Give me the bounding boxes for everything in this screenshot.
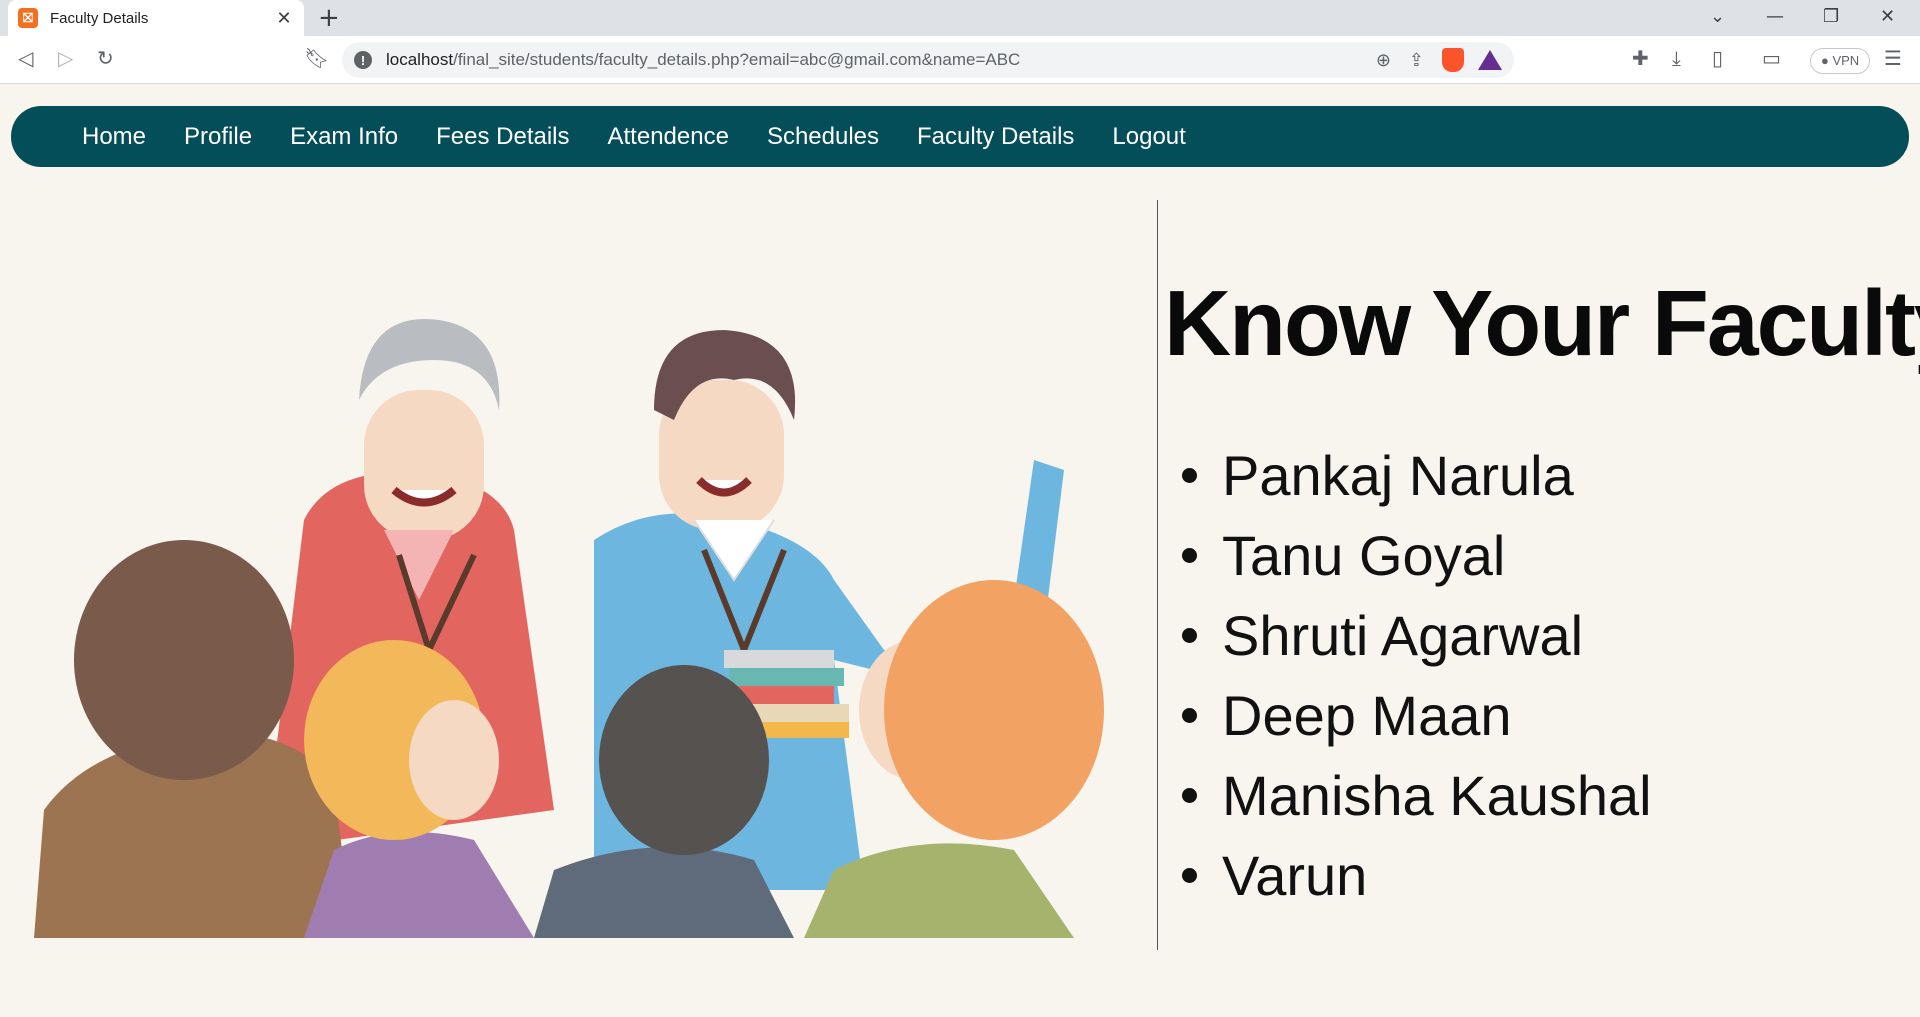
faculty-list-item: Manisha Kaushal	[1182, 760, 1652, 840]
close-window-icon[interactable]: ✕	[1880, 6, 1895, 27]
site-info-icon[interactable]: !	[354, 51, 372, 69]
main-navbar: Home Profile Exam Info Fees Details Atte…	[11, 106, 1909, 167]
faculty-name: Pankaj Narula	[1222, 444, 1574, 507]
bullet-icon	[1182, 708, 1197, 723]
faculty-name: Manisha Kaushal	[1222, 764, 1652, 827]
bullet-icon	[1182, 628, 1197, 643]
faculty-list-item: Pankaj Narula	[1182, 440, 1652, 520]
menu-icon[interactable]: ☰	[1884, 46, 1902, 70]
nav-home[interactable]: Home	[82, 123, 146, 151]
faculty-name: Shruti Agarwal	[1222, 604, 1584, 667]
back-icon[interactable]: ◁	[18, 46, 33, 70]
brave-shields-icon[interactable]	[1442, 48, 1464, 72]
faculty-name: Tanu Goyal	[1222, 524, 1506, 587]
faculty-list-item: Shruti Agarwal	[1182, 600, 1652, 680]
browser-tab[interactable]: ⛝ Faculty Details ✕	[8, 0, 304, 36]
url-host: localhost	[386, 50, 454, 69]
student-brown-hair	[74, 540, 294, 780]
bullet-icon	[1182, 868, 1197, 883]
student-dark-hair	[599, 665, 769, 855]
wallet-icon[interactable]: ▭	[1762, 46, 1781, 70]
faculty-list: Pankaj Narula Tanu Goyal Shruti Agarwal …	[1182, 440, 1652, 920]
faculty-illustration	[34, 319, 1104, 938]
nav-fees-details[interactable]: Fees Details	[436, 123, 569, 151]
page-title: Know Your Faculty	[1164, 271, 1920, 375]
browser-toolbar: ◁ ▷ ↻ 🔖︎ ! localhost/final_site/students…	[0, 36, 1920, 84]
forward-icon[interactable]: ▷	[58, 46, 73, 70]
bullet-icon	[1182, 548, 1197, 563]
vpn-button[interactable]: ● VPN	[1810, 48, 1871, 74]
address-bar[interactable]: ! localhost/final_site/students/faculty_…	[342, 42, 1514, 78]
close-tab-icon[interactable]: ✕	[274, 8, 294, 29]
faculty-name: Varun	[1222, 844, 1368, 907]
brave-rewards-icon[interactable]	[1478, 50, 1502, 70]
minimize-icon[interactable]: —	[1766, 6, 1784, 27]
vertical-divider	[1157, 200, 1158, 950]
bullet-icon	[1182, 788, 1197, 803]
bookmark-icon[interactable]: 🔖︎	[304, 46, 329, 70]
teacher-grey-face	[364, 390, 484, 540]
xampp-favicon-icon: ⛝	[18, 8, 38, 28]
faculty-list-item: Varun	[1182, 840, 1652, 920]
vpn-label: VPN	[1832, 53, 1860, 68]
nav-exam-info[interactable]: Exam Info	[290, 123, 398, 151]
faculty-list-item: Deep Maan	[1182, 680, 1652, 760]
nav-faculty-details[interactable]: Faculty Details	[917, 123, 1074, 151]
tab-search-chevron-icon[interactable]: ⌄	[1710, 6, 1725, 27]
faculty-name: Deep Maan	[1222, 684, 1512, 747]
student-orange-hair	[884, 580, 1104, 840]
faculty-list-item: Tanu Goyal	[1182, 520, 1652, 600]
url-text[interactable]: localhost/final_site/students/faculty_de…	[386, 50, 1358, 70]
sidebar-icon[interactable]: ▯	[1712, 46, 1723, 70]
share-icon[interactable]: ⇪	[1409, 50, 1424, 71]
nav-attendence[interactable]: Attendence	[608, 123, 729, 151]
nav-profile[interactable]: Profile	[184, 123, 252, 151]
bullet-icon	[1182, 468, 1197, 483]
downloads-icon[interactable]: ⤓	[1672, 46, 1681, 70]
student-purple-top	[304, 832, 534, 938]
browser-tab-strip: ⛝ Faculty Details ✕ + ⌄ — ❐ ✕	[0, 0, 1920, 36]
url-path: /final_site/students/faculty_details.php…	[453, 50, 1021, 69]
zoom-icon[interactable]: ⊕	[1376, 50, 1391, 71]
reload-icon[interactable]: ↻	[97, 46, 114, 70]
nav-schedules[interactable]: Schedules	[767, 123, 879, 151]
nav-logout[interactable]: Logout	[1112, 123, 1185, 151]
tab-title: Faculty Details	[50, 9, 149, 27]
restore-icon[interactable]: ❐	[1823, 6, 1839, 27]
extensions-icon[interactable]: ✚	[1632, 46, 1649, 70]
new-tab-icon[interactable]: +	[318, 4, 340, 32]
